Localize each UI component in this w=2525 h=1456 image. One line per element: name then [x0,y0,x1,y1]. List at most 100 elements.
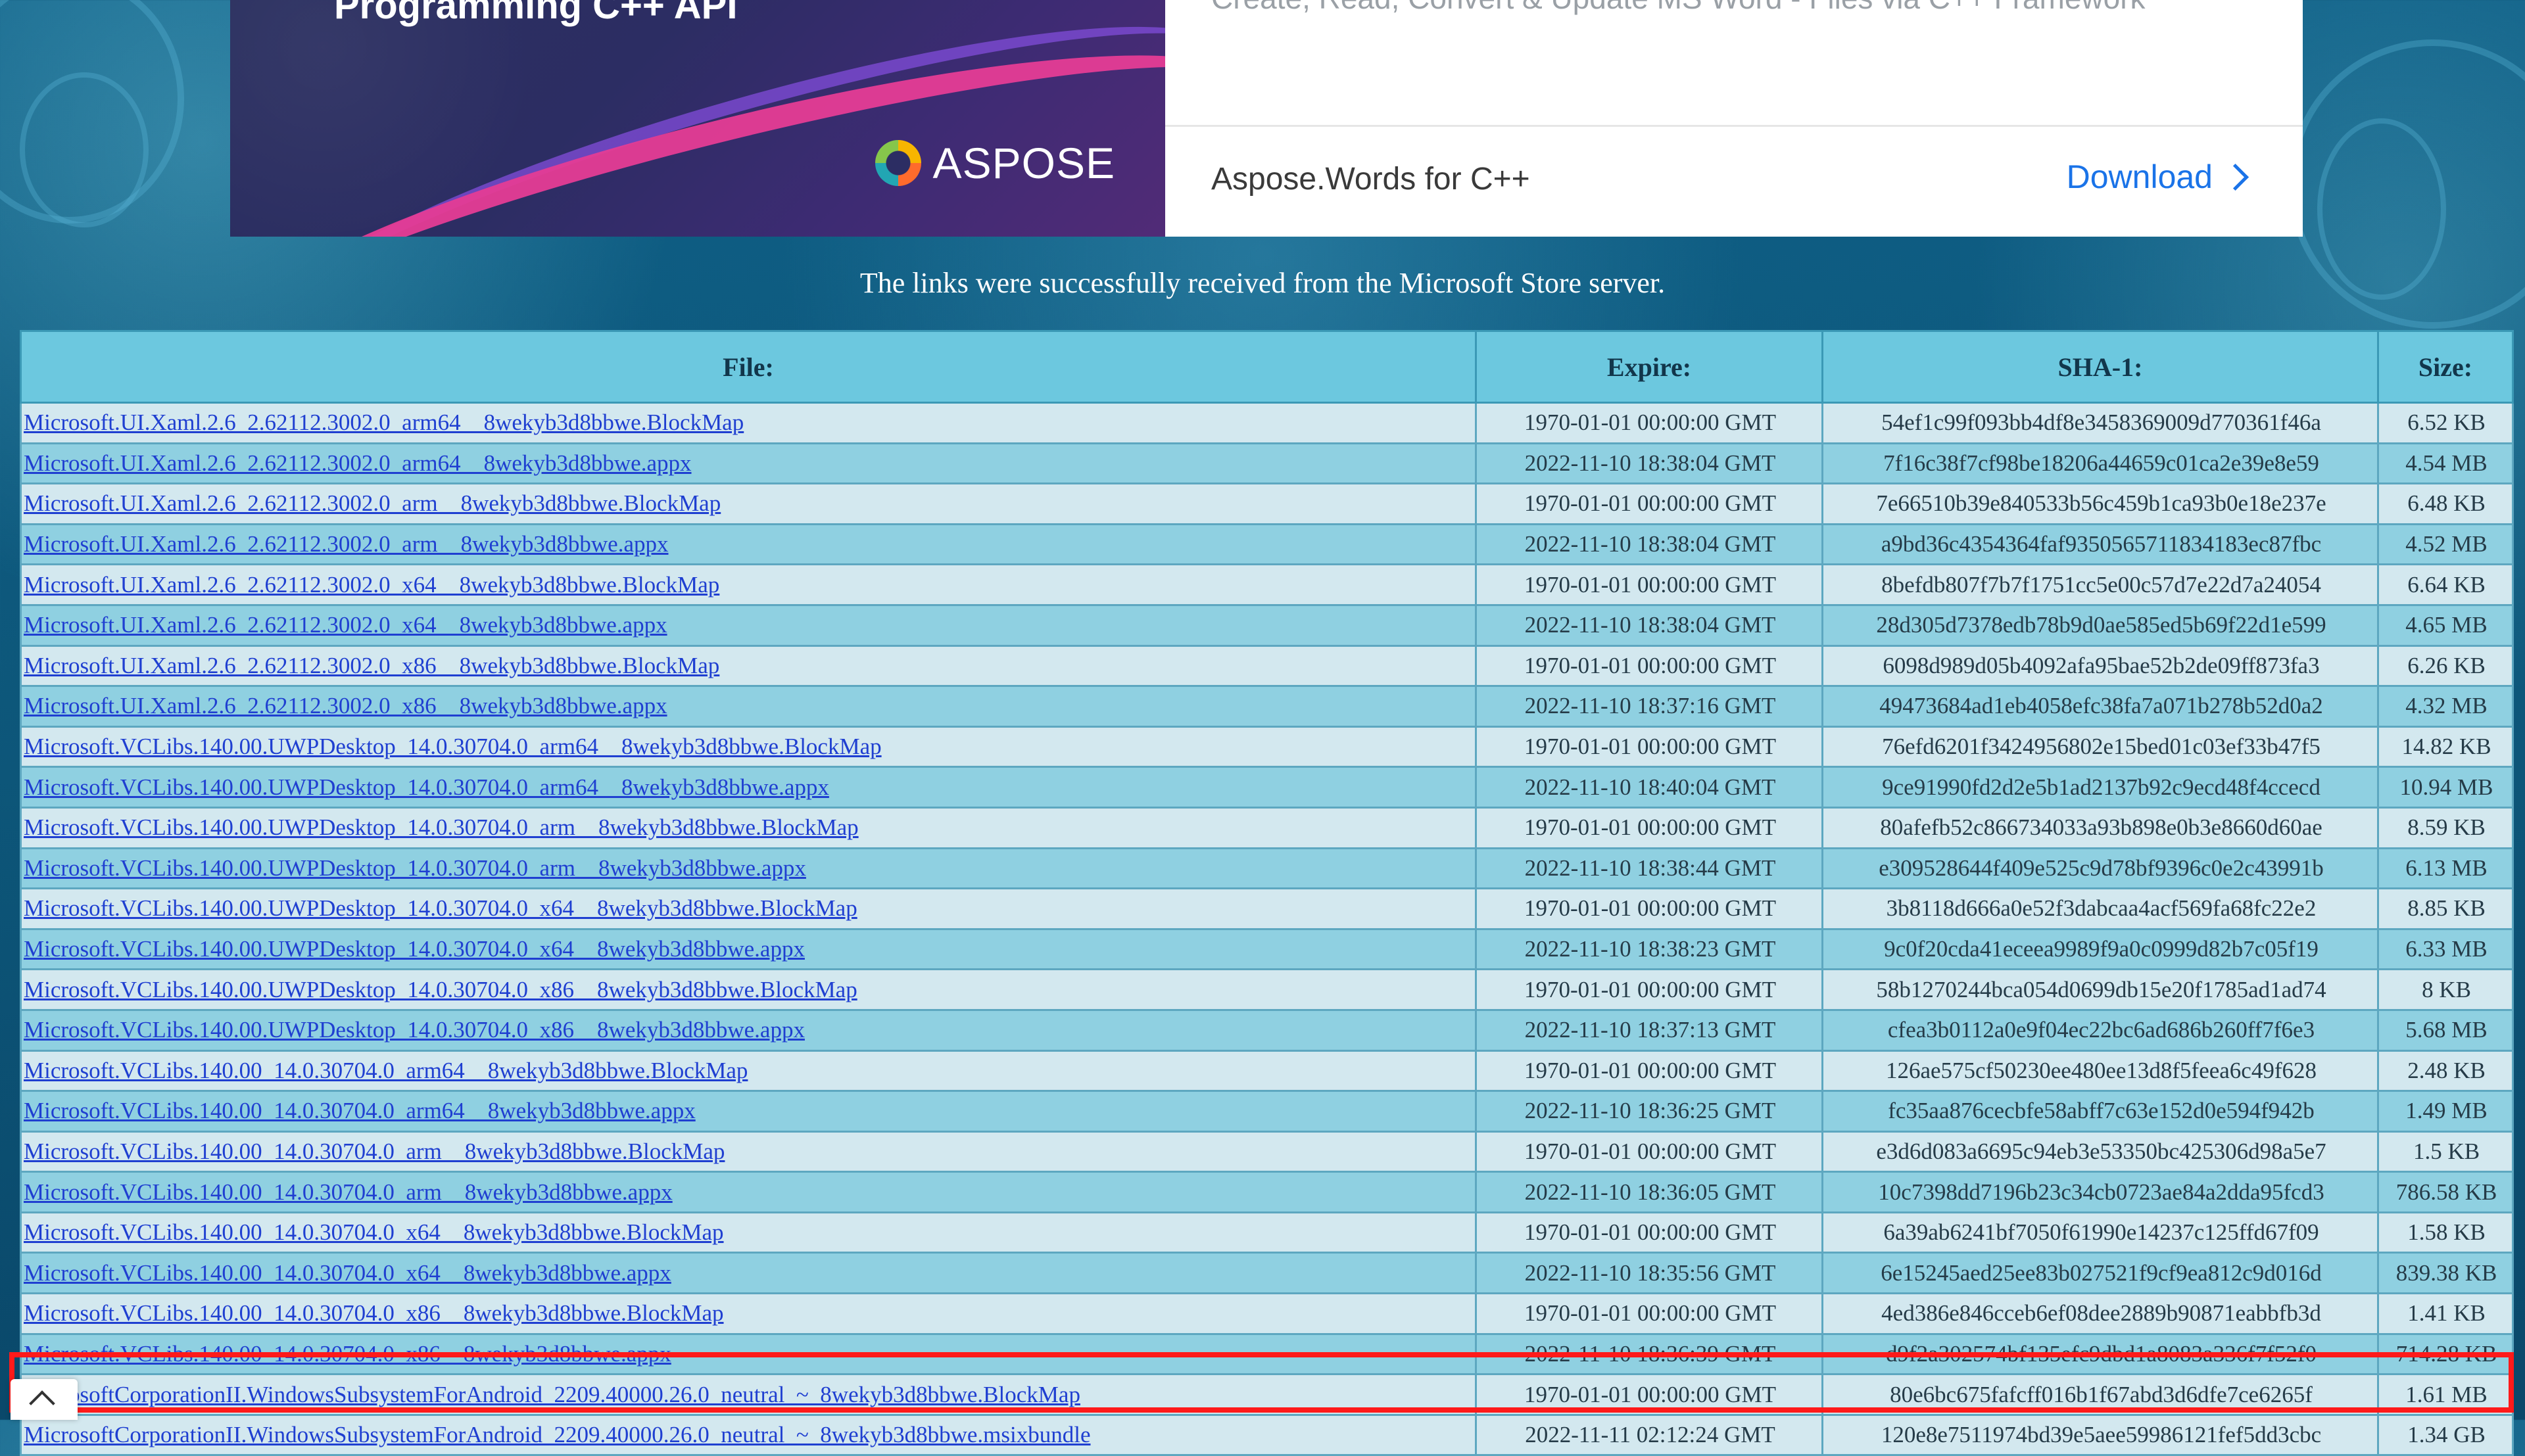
size-cell: 6.48 KB [2377,482,2514,525]
file-link[interactable]: Microsoft.VCLibs.140.00_14.0.30704.0_x86… [24,1341,671,1367]
sha1-cell: e3d6d083a6695c94eb3e53350bc425306d98a5e7 [1821,1130,2379,1173]
ad-banner[interactable]: Programming C++ API ASPOSE Create, Read,… [230,0,2303,237]
file-link[interactable]: Microsoft.UI.Xaml.2.6_2.62112.3002.0_x64… [24,572,719,598]
file-link[interactable]: Microsoft.UI.Xaml.2.6_2.62112.3002.0_arm… [24,410,744,435]
table-row: Microsoft.VCLibs.140.00.UWPDesktop_14.0.… [20,928,2514,971]
file-link[interactable]: MicrosoftCorporationII.WindowsSubsystemF… [24,1422,1091,1447]
table-row: Microsoft.UI.Xaml.2.6_2.62112.3002.0_x64… [20,603,2514,647]
sha1-cell: 10c7398dd7196b23c34cb0723ae84a2dda95fcd3 [1821,1171,2379,1213]
expire-cell: 2022-11-10 18:36:39 GMT [1475,1332,1823,1376]
file-link[interactable]: Microsoft.UI.Xaml.2.6_2.62112.3002.0_arm… [24,450,692,476]
file-link[interactable]: Microsoft.VCLibs.140.00.UWPDesktop_14.0.… [24,774,829,800]
size-cell: 6.26 KB [2377,644,2514,688]
file-cell: Microsoft.VCLibs.140.00_14.0.30704.0_x64… [20,1252,1477,1295]
table-row: Microsoft.UI.Xaml.2.6_2.62112.3002.0_arm… [20,402,2514,444]
table-row: Microsoft.VCLibs.140.00.UWPDesktop_14.0.… [20,725,2514,768]
file-link[interactable]: Microsoft.VCLibs.140.00.UWPDesktop_14.0.… [24,855,806,881]
size-cell: 1.5 KB [2377,1130,2514,1173]
scroll-to-top-button[interactable] [11,1379,78,1420]
expire-cell: 2022-11-10 18:38:04 GMT [1475,603,1823,647]
aspose-logo-icon [875,140,921,186]
column-header-sha1: SHA-1: [1821,330,2379,404]
file-link[interactable]: Microsoft.VCLibs.140.00_14.0.30704.0_arm… [24,1058,748,1083]
size-cell: 786.58 KB [2377,1171,2514,1213]
table-row: Microsoft.VCLibs.140.00_14.0.30704.0_x86… [20,1332,2514,1376]
file-link[interactable]: Microsoft.VCLibs.140.00_14.0.30704.0_x64… [24,1260,671,1286]
size-cell: 1.58 KB [2377,1211,2514,1254]
expire-cell: 2022-11-11 02:12:24 GMT [1475,1413,1823,1456]
status-message: The links were successfully received fro… [859,267,1666,299]
file-link[interactable]: Microsoft.VCLibs.140.00.UWPDesktop_14.0.… [24,977,857,1002]
size-cell: 8 KB [2377,968,2514,1011]
file-cell: Microsoft.VCLibs.140.00_14.0.30704.0_arm… [20,1171,1477,1213]
file-link[interactable]: Microsoft.VCLibs.140.00_14.0.30704.0_arm… [24,1179,673,1205]
expire-cell: 1970-01-01 00:00:00 GMT [1475,563,1823,606]
size-cell: 4.54 MB [2377,442,2514,485]
file-link[interactable]: Microsoft.VCLibs.140.00.UWPDesktop_14.0.… [24,1017,805,1043]
table-row: Microsoft.VCLibs.140.00_14.0.30704.0_x86… [20,1292,2514,1335]
table-row: Microsoft.UI.Xaml.2.6_2.62112.3002.0_arm… [20,482,2514,525]
sha1-cell: fc35aa876cecbfe58abff7c63e152d0e594f942b [1821,1090,2379,1133]
file-link[interactable]: Microsoft.UI.Xaml.2.6_2.62112.3002.0_x86… [24,693,667,718]
expire-cell: 2022-11-10 18:40:04 GMT [1475,766,1823,809]
file-link[interactable]: Microsoft.VCLibs.140.00_14.0.30704.0_x64… [24,1219,724,1245]
expire-cell: 2022-11-10 18:37:16 GMT [1475,685,1823,728]
size-cell: 4.32 MB [2377,685,2514,728]
file-link[interactable]: Microsoft.UI.Xaml.2.6_2.62112.3002.0_arm… [24,531,669,557]
file-cell: Microsoft.VCLibs.140.00_14.0.30704.0_arm… [20,1090,1477,1133]
table-row: Microsoft.VCLibs.140.00.UWPDesktop_14.0.… [20,806,2514,849]
size-cell: 1.41 KB [2377,1292,2514,1335]
expire-cell: 2022-11-10 18:36:05 GMT [1475,1171,1823,1213]
file-cell: Microsoft.UI.Xaml.2.6_2.62112.3002.0_arm… [20,482,1477,525]
file-cell: Microsoft.VCLibs.140.00_14.0.30704.0_arm… [20,1130,1477,1173]
table-row: Microsoft.UI.Xaml.2.6_2.62112.3002.0_x64… [20,563,2514,606]
sha1-cell: 80e6bc675fafcff016b1f67abd3d6dfe7ce6265f [1821,1373,2379,1416]
file-link[interactable]: Microsoft.VCLibs.140.00_14.0.30704.0_x86… [24,1300,724,1326]
file-cell: Microsoft.VCLibs.140.00.UWPDesktop_14.0.… [20,1008,1477,1052]
file-cell: MicrosoftCorporationII.WindowsSubsystemF… [20,1373,1477,1416]
file-link[interactable]: MicrosoftCorporationII.WindowsSubsystemF… [24,1382,1080,1407]
file-link[interactable]: Microsoft.VCLibs.140.00.UWPDesktop_14.0.… [24,814,859,840]
size-cell: 4.65 MB [2377,603,2514,647]
table-row: Microsoft.UI.Xaml.2.6_2.62112.3002.0_arm… [20,523,2514,566]
file-link[interactable]: Microsoft.VCLibs.140.00.UWPDesktop_14.0.… [24,734,882,759]
sha1-cell: 3b8118d666a0e52f3dabcaa4acf569fa68fc22e2 [1821,887,2379,930]
expire-cell: 1970-01-01 00:00:00 GMT [1475,1130,1823,1173]
expire-cell: 2022-11-10 18:38:04 GMT [1475,523,1823,566]
file-link[interactable]: Microsoft.UI.Xaml.2.6_2.62112.3002.0_arm… [24,490,721,516]
file-cell: Microsoft.VCLibs.140.00_14.0.30704.0_x86… [20,1292,1477,1335]
expire-cell: 2022-11-10 18:35:56 GMT [1475,1252,1823,1295]
file-link[interactable]: Microsoft.UI.Xaml.2.6_2.62112.3002.0_x64… [24,612,667,638]
ad-download-button[interactable]: Download [2067,158,2249,196]
table-body: Microsoft.UI.Xaml.2.6_2.62112.3002.0_arm… [20,402,2514,1456]
file-link[interactable]: Microsoft.VCLibs.140.00_14.0.30704.0_arm… [24,1098,696,1123]
sha1-cell: 6a39ab6241bf7050f61990e14237c125ffd67f09 [1821,1211,2379,1254]
file-link[interactable]: Microsoft.VCLibs.140.00_14.0.30704.0_arm… [24,1139,725,1164]
expire-cell: 2022-11-10 18:38:23 GMT [1475,928,1823,971]
sha1-cell: 49473684ad1eb4058efc38fa7a071b278b52d0a2 [1821,685,2379,728]
expire-cell: 1970-01-01 00:00:00 GMT [1475,644,1823,688]
table-row: Microsoft.UI.Xaml.2.6_2.62112.3002.0_x86… [20,685,2514,728]
file-link[interactable]: Microsoft.VCLibs.140.00.UWPDesktop_14.0.… [24,895,857,921]
size-cell: 8.59 KB [2377,806,2514,849]
file-cell: Microsoft.VCLibs.140.00.UWPDesktop_14.0.… [20,887,1477,930]
column-header-file: File: [20,330,1477,404]
size-cell: 839.38 KB [2377,1252,2514,1295]
sha1-cell: cfea3b0112a0e9f04ec22bc6ad686b260ff7f6e3 [1821,1008,2379,1052]
expire-cell: 1970-01-01 00:00:00 GMT [1475,1211,1823,1254]
sha1-cell: d9f2a302574bf135efc9dbd1a8083a336f7f52f0 [1821,1332,2379,1376]
ad-logo-text: ASPOSE [932,139,1115,187]
file-cell: Microsoft.VCLibs.140.00.UWPDesktop_14.0.… [20,928,1477,971]
sha1-cell: 126ae575cf50230ee480ee13d8f5feea6c49f628 [1821,1049,2379,1092]
size-cell: 4.52 MB [2377,523,2514,566]
column-header-expire: Expire: [1475,330,1823,404]
table-row: Microsoft.VCLibs.140.00_14.0.30704.0_arm… [20,1049,2514,1092]
file-link[interactable]: Microsoft.VCLibs.140.00.UWPDesktop_14.0.… [24,936,805,962]
table-row: MicrosoftCorporationII.WindowsSubsystemF… [20,1413,2514,1456]
sha1-cell: 9ce91990fd2d2e5b1ad2137b92c9ecd48f4ccecd [1821,766,2379,809]
file-cell: Microsoft.VCLibs.140.00.UWPDesktop_14.0.… [20,847,1477,890]
sha1-cell: 80afefb52c866734033a93b898e0b3e8660d60ae [1821,806,2379,849]
file-link[interactable]: Microsoft.UI.Xaml.2.6_2.62112.3002.0_x86… [24,653,719,678]
ad-title: Programming C++ API [334,0,738,27]
expire-cell: 1970-01-01 00:00:00 GMT [1475,1049,1823,1092]
